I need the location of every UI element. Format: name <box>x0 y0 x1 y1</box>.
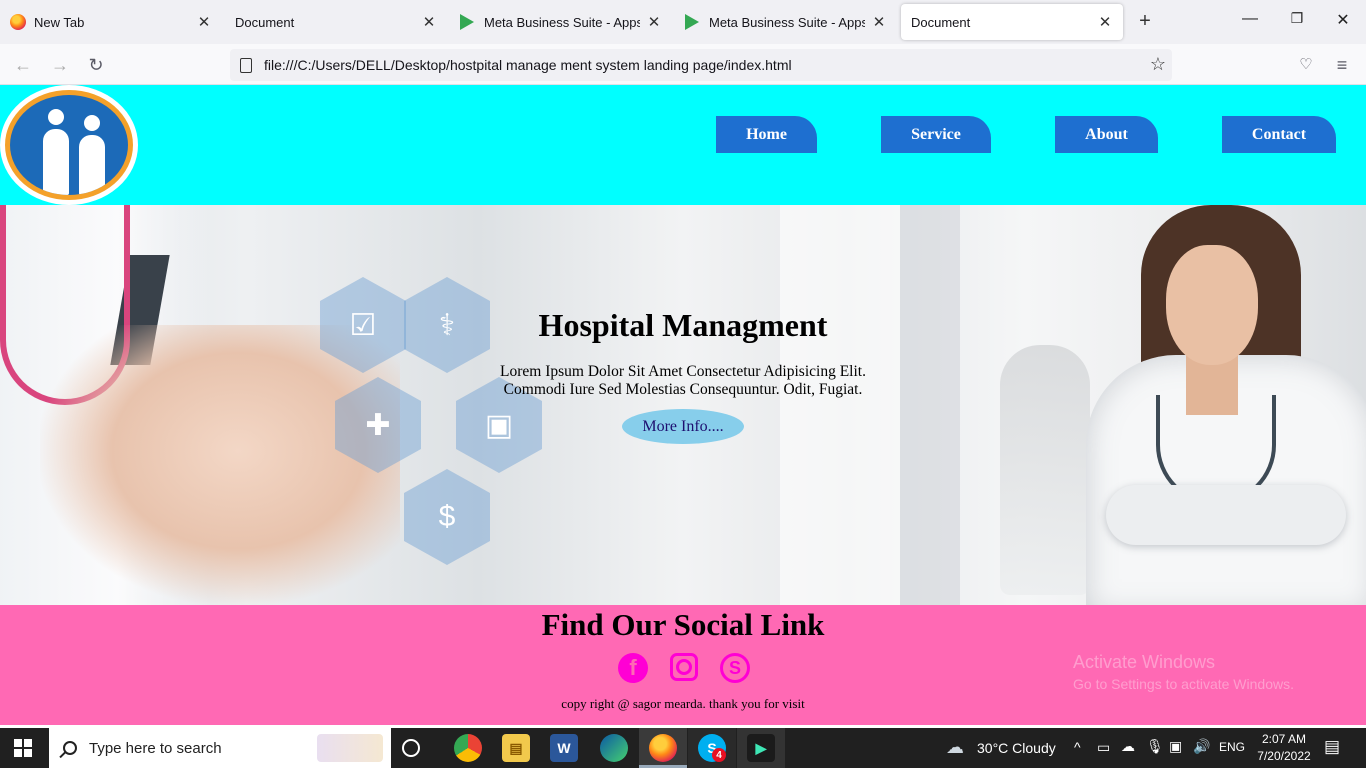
onedrive-icon[interactable]: ☁ <box>1121 738 1135 755</box>
close-icon[interactable]: ✕ <box>421 13 437 31</box>
edge-icon[interactable] <box>600 734 628 762</box>
close-icon[interactable]: ✕ <box>646 13 662 31</box>
firefox-icon <box>10 14 26 30</box>
logo-figure-head <box>84 115 100 131</box>
tab-document[interactable]: Document ✕ <box>225 4 447 40</box>
skype-icon[interactable]: S <box>720 653 750 683</box>
minimize-icon[interactable]: — <box>1240 10 1260 28</box>
close-icon[interactable]: ✕ <box>196 13 212 31</box>
tab-new-tab[interactable]: New Tab ✕ <box>0 4 222 40</box>
filmora-icon[interactable]: ▶ <box>747 734 775 762</box>
activate-windows-subtext: Go to Settings to activate Windows. <box>1073 676 1294 692</box>
reload-icon[interactable]: ↻ <box>84 53 108 77</box>
bookmark-star-icon[interactable]: ☆ <box>1150 54 1166 75</box>
search-icon <box>63 741 77 755</box>
search-highlight-image <box>317 734 383 762</box>
tab-document-active[interactable]: Document ✕ <box>901 4 1123 40</box>
back-icon[interactable]: ← <box>11 53 35 77</box>
nav-home[interactable]: Home <box>716 116 817 153</box>
weather-text[interactable]: 30°C Cloudy <box>977 740 1056 756</box>
logo-figure-head <box>48 109 64 125</box>
hero-desc-line: Lorem Ipsum Dolor Sit Amet Consectetur A… <box>500 363 866 380</box>
hero-description: Lorem Ipsum Dolor Sit Amet Consectetur A… <box>433 363 933 399</box>
clock-time: 2:07 AM <box>1261 732 1307 746</box>
network-icon[interactable]: ▣ <box>1169 738 1182 755</box>
image-part <box>1166 245 1258 365</box>
search-placeholder: Type here to search <box>89 739 222 757</box>
hero-content: Hospital Managment Lorem Ipsum Dolor Sit… <box>433 305 933 444</box>
doctors-logo-icon <box>10 95 128 195</box>
window-close-icon[interactable]: ✕ <box>1333 10 1353 30</box>
chevron-up-icon[interactable]: ^ <box>1074 739 1081 755</box>
menu-icon[interactable]: ≡ <box>1330 53 1354 77</box>
tab-strip: New Tab ✕ Document ✕ Meta Business Suite… <box>0 0 1366 44</box>
taskbar: Type here to search ▤ W S 4 ▶ ☁ 30°C Clo… <box>0 728 1366 768</box>
tab-meta-business-1[interactable]: Meta Business Suite - Apps on G ✕ <box>450 4 672 40</box>
google-play-icon <box>460 14 476 30</box>
close-icon[interactable]: ✕ <box>1097 13 1113 31</box>
cloud-weather-icon[interactable]: ☁ <box>946 737 964 758</box>
female-doctor-image <box>1046 205 1366 605</box>
file-explorer-icon[interactable]: ▤ <box>502 734 530 762</box>
google-play-icon <box>685 14 701 30</box>
tab-meta-business-2[interactable]: Meta Business Suite - Apps on G ✕ <box>675 4 897 40</box>
clock-date: 7/20/2022 <box>1257 749 1311 763</box>
logo-ring <box>5 90 133 200</box>
task-view-icon[interactable] <box>402 739 420 757</box>
windows-start-icon[interactable] <box>14 739 32 757</box>
medical-dollar-icon: $ <box>404 469 490 565</box>
volume-icon[interactable]: 🔊 <box>1193 738 1210 755</box>
hospital-logo[interactable] <box>0 85 138 205</box>
nav-contact[interactable]: Contact <box>1222 116 1336 153</box>
taskbar-search-box[interactable]: Type here to search <box>49 728 391 768</box>
tab-title: Meta Business Suite - Apps on G <box>709 14 865 30</box>
site-header: Home Service About Contact <box>0 85 1366 205</box>
instagram-icon[interactable] <box>670 653 698 681</box>
doctor-hand-image <box>40 325 400 605</box>
restore-icon[interactable]: ❐ <box>1287 10 1307 27</box>
more-info-button[interactable]: More Info.... <box>622 409 744 444</box>
firefox-taskbar-icon[interactable] <box>649 734 677 762</box>
battery-icon[interactable]: ▭ <box>1097 739 1110 756</box>
chrome-icon[interactable] <box>454 734 482 762</box>
pocket-icon[interactable]: ♡ <box>1294 53 1318 77</box>
logo-figure <box>43 129 69 195</box>
nav-about[interactable]: About <box>1055 116 1158 153</box>
site-footer: Find Our Social Link f S copy right @ sa… <box>0 605 1366 725</box>
hero-desc-line: Commodi Iure Sed Molestias Consequuntur.… <box>503 381 863 398</box>
footer-title: Find Our Social Link <box>541 607 825 642</box>
browser-toolbar: ← → ↻ file:///C:/Users/DELL/Desktop/host… <box>0 44 1366 85</box>
url-text: file:///C:/Users/DELL/Desktop/hostpital … <box>264 57 792 73</box>
hero-section: ☑ ⚕ ✚ ▣ $ Hospital Managment Lorem Ipsum… <box>0 205 1366 605</box>
facebook-icon[interactable]: f <box>618 653 648 683</box>
logo-figure <box>79 135 105 195</box>
tab-title: Document <box>911 14 971 30</box>
new-tab-button[interactable]: + <box>1134 10 1156 32</box>
nav-service[interactable]: Service <box>881 116 991 153</box>
skype-badge: 4 <box>712 748 726 762</box>
close-icon[interactable]: ✕ <box>871 13 887 31</box>
activate-windows-watermark: Activate Windows <box>1073 652 1216 672</box>
tab-title: New Tab <box>34 14 85 30</box>
copyright-text: copy right @ sagor mearda. thank you for… <box>561 696 805 711</box>
hero-title: Hospital Managment <box>538 307 828 343</box>
image-part <box>1106 485 1346 545</box>
tab-title: Document <box>235 14 295 30</box>
language-indicator[interactable]: ENG <box>1219 740 1245 754</box>
forward-icon[interactable]: → <box>48 53 72 77</box>
page-icon <box>240 57 252 73</box>
tab-title: Meta Business Suite - Apps on G <box>484 14 640 30</box>
address-bar[interactable]: file:///C:/Users/DELL/Desktop/hostpital … <box>230 49 1172 81</box>
notification-icon[interactable]: ▤ <box>1324 737 1340 757</box>
clock[interactable]: 2:07 AM 7/20/2022 <box>1254 731 1314 765</box>
microphone-icon[interactable]: 🎙 <box>1146 738 1164 755</box>
word-icon[interactable]: W <box>550 734 578 762</box>
